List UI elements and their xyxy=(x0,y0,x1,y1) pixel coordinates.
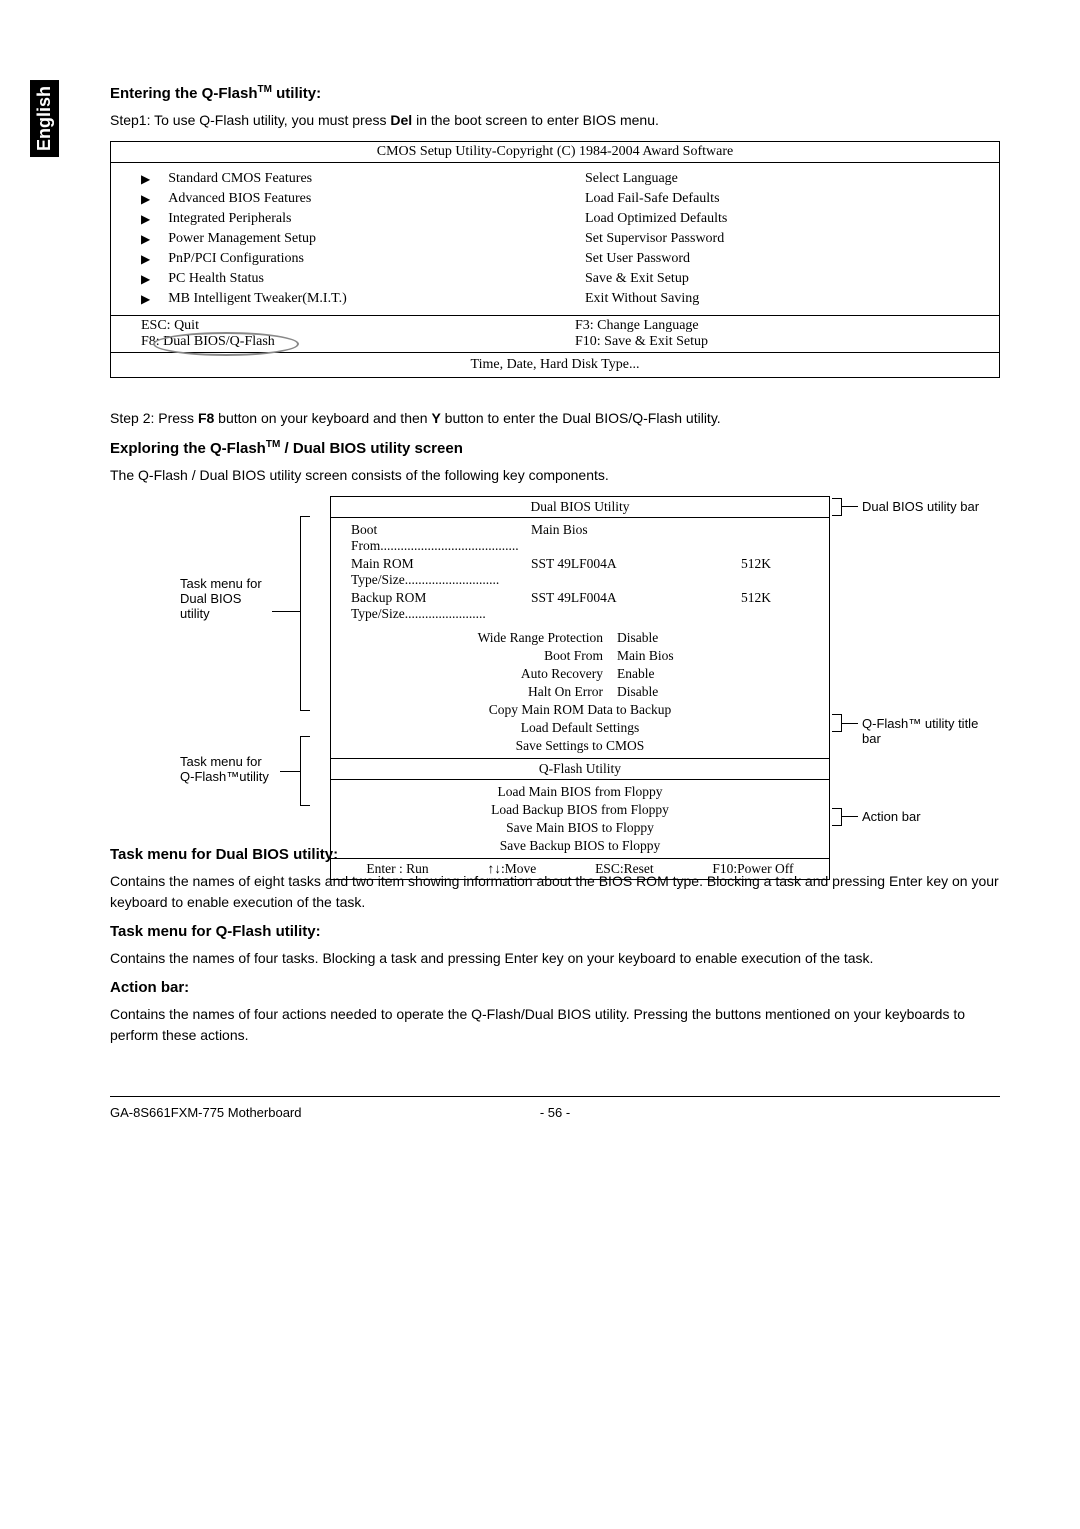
arrow-icon: ▶ xyxy=(141,172,150,187)
bios-item: Set Supervisor Password xyxy=(585,229,979,249)
arrow-icon: ▶ xyxy=(141,212,150,227)
label-qflash-bar: Q-Flash™ utility titlebar xyxy=(862,716,978,746)
callout-line xyxy=(842,816,858,817)
bios-item: Load Optimized Defaults xyxy=(585,209,979,229)
bios-item: Exit Without Saving xyxy=(585,289,979,309)
right-bracket-3 xyxy=(832,808,842,826)
section3-p3: Contains the names of four actions neede… xyxy=(110,1004,1000,1046)
bios-footer-keys: ESC: Quit F8: Dual BIOS/Q-Flash F3: Chan… xyxy=(111,315,999,352)
page-footer: GA-8S661FXM-775 Motherboard - 56 - xyxy=(110,1096,1000,1120)
arrow-icon: ▶ xyxy=(141,252,150,267)
arrow-icon: ▶ xyxy=(141,292,150,307)
bios-item: ▶PC Health Status xyxy=(141,269,535,289)
bios-item: Set User Password xyxy=(585,249,979,269)
label-dual-bios-bar: Dual BIOS utility bar xyxy=(862,499,979,514)
label-dual-bios-menu: Task menu forDual BIOSutility xyxy=(180,576,262,621)
bios-item: ▶Integrated Peripherals xyxy=(141,209,535,229)
arrow-icon: ▶ xyxy=(141,232,150,247)
callout-line xyxy=(272,611,300,612)
section1-heading: Entering the Q-FlashTM utility: xyxy=(110,84,1000,102)
section3-h3: Action bar: xyxy=(110,979,1000,996)
bios-item: ▶Power Management Setup xyxy=(141,229,535,249)
callout-line xyxy=(280,771,300,772)
bios-item: Select Language xyxy=(585,169,979,189)
callout-line xyxy=(842,506,858,507)
qflash-title: Q-Flash Utility xyxy=(331,758,829,779)
right-bracket-1 xyxy=(832,498,842,516)
section2-desc: The Q-Flash / Dual BIOS utility screen c… xyxy=(110,465,1000,486)
bios-footer-hint: Time, Date, Hard Disk Type... xyxy=(111,352,999,377)
step2-text: Step 2: Press F8 button on your keyboard… xyxy=(110,408,1000,429)
bios-item: ▶Advanced BIOS Features xyxy=(141,189,535,209)
language-tab: English xyxy=(30,80,59,157)
arrow-icon: ▶ xyxy=(141,192,150,207)
section3-p2: Contains the names of four tasks. Blocki… xyxy=(110,948,1000,969)
bios-item: ▶MB Intelligent Tweaker(M.I.T.) xyxy=(141,289,535,309)
section2-heading: Exploring the Q-FlashTM / Dual BIOS util… xyxy=(110,439,1000,457)
bios-item: ▶Standard CMOS Features xyxy=(141,169,535,189)
footer-page-number: - 56 - xyxy=(525,1105,585,1120)
action-bar: Enter : Run ↑↓:Move ESC:Reset F10:Power … xyxy=(331,858,829,879)
dual-bios-title: Dual BIOS Utility xyxy=(331,497,829,518)
bios-item: Load Fail-Safe Defaults xyxy=(585,189,979,209)
bios-item: ▶PnP/PCI Configurations xyxy=(141,249,535,269)
bios-menu-screenshot: CMOS Setup Utility-Copyright (C) 1984-20… xyxy=(110,141,1000,378)
label-action-bar: Action bar xyxy=(862,809,921,824)
callout-line xyxy=(842,723,858,724)
label-qflash-menu: Task menu forQ-Flash™utility xyxy=(180,754,269,784)
left-bracket-1 xyxy=(300,516,310,711)
utility-diagram: Dual BIOS Utility Boot From.............… xyxy=(110,496,1000,826)
bios-title: CMOS Setup Utility-Copyright (C) 1984-20… xyxy=(111,142,999,163)
left-bracket-2 xyxy=(300,736,310,806)
arrow-icon: ▶ xyxy=(141,272,150,287)
right-bracket-2 xyxy=(832,714,842,732)
step1-text: Step1: To use Q-Flash utility, you must … xyxy=(110,110,1000,131)
bios-item: Save & Exit Setup xyxy=(585,269,979,289)
footer-product: GA-8S661FXM-775 Motherboard xyxy=(110,1105,525,1120)
section3-h2: Task menu for Q-Flash utility: xyxy=(110,923,1000,940)
